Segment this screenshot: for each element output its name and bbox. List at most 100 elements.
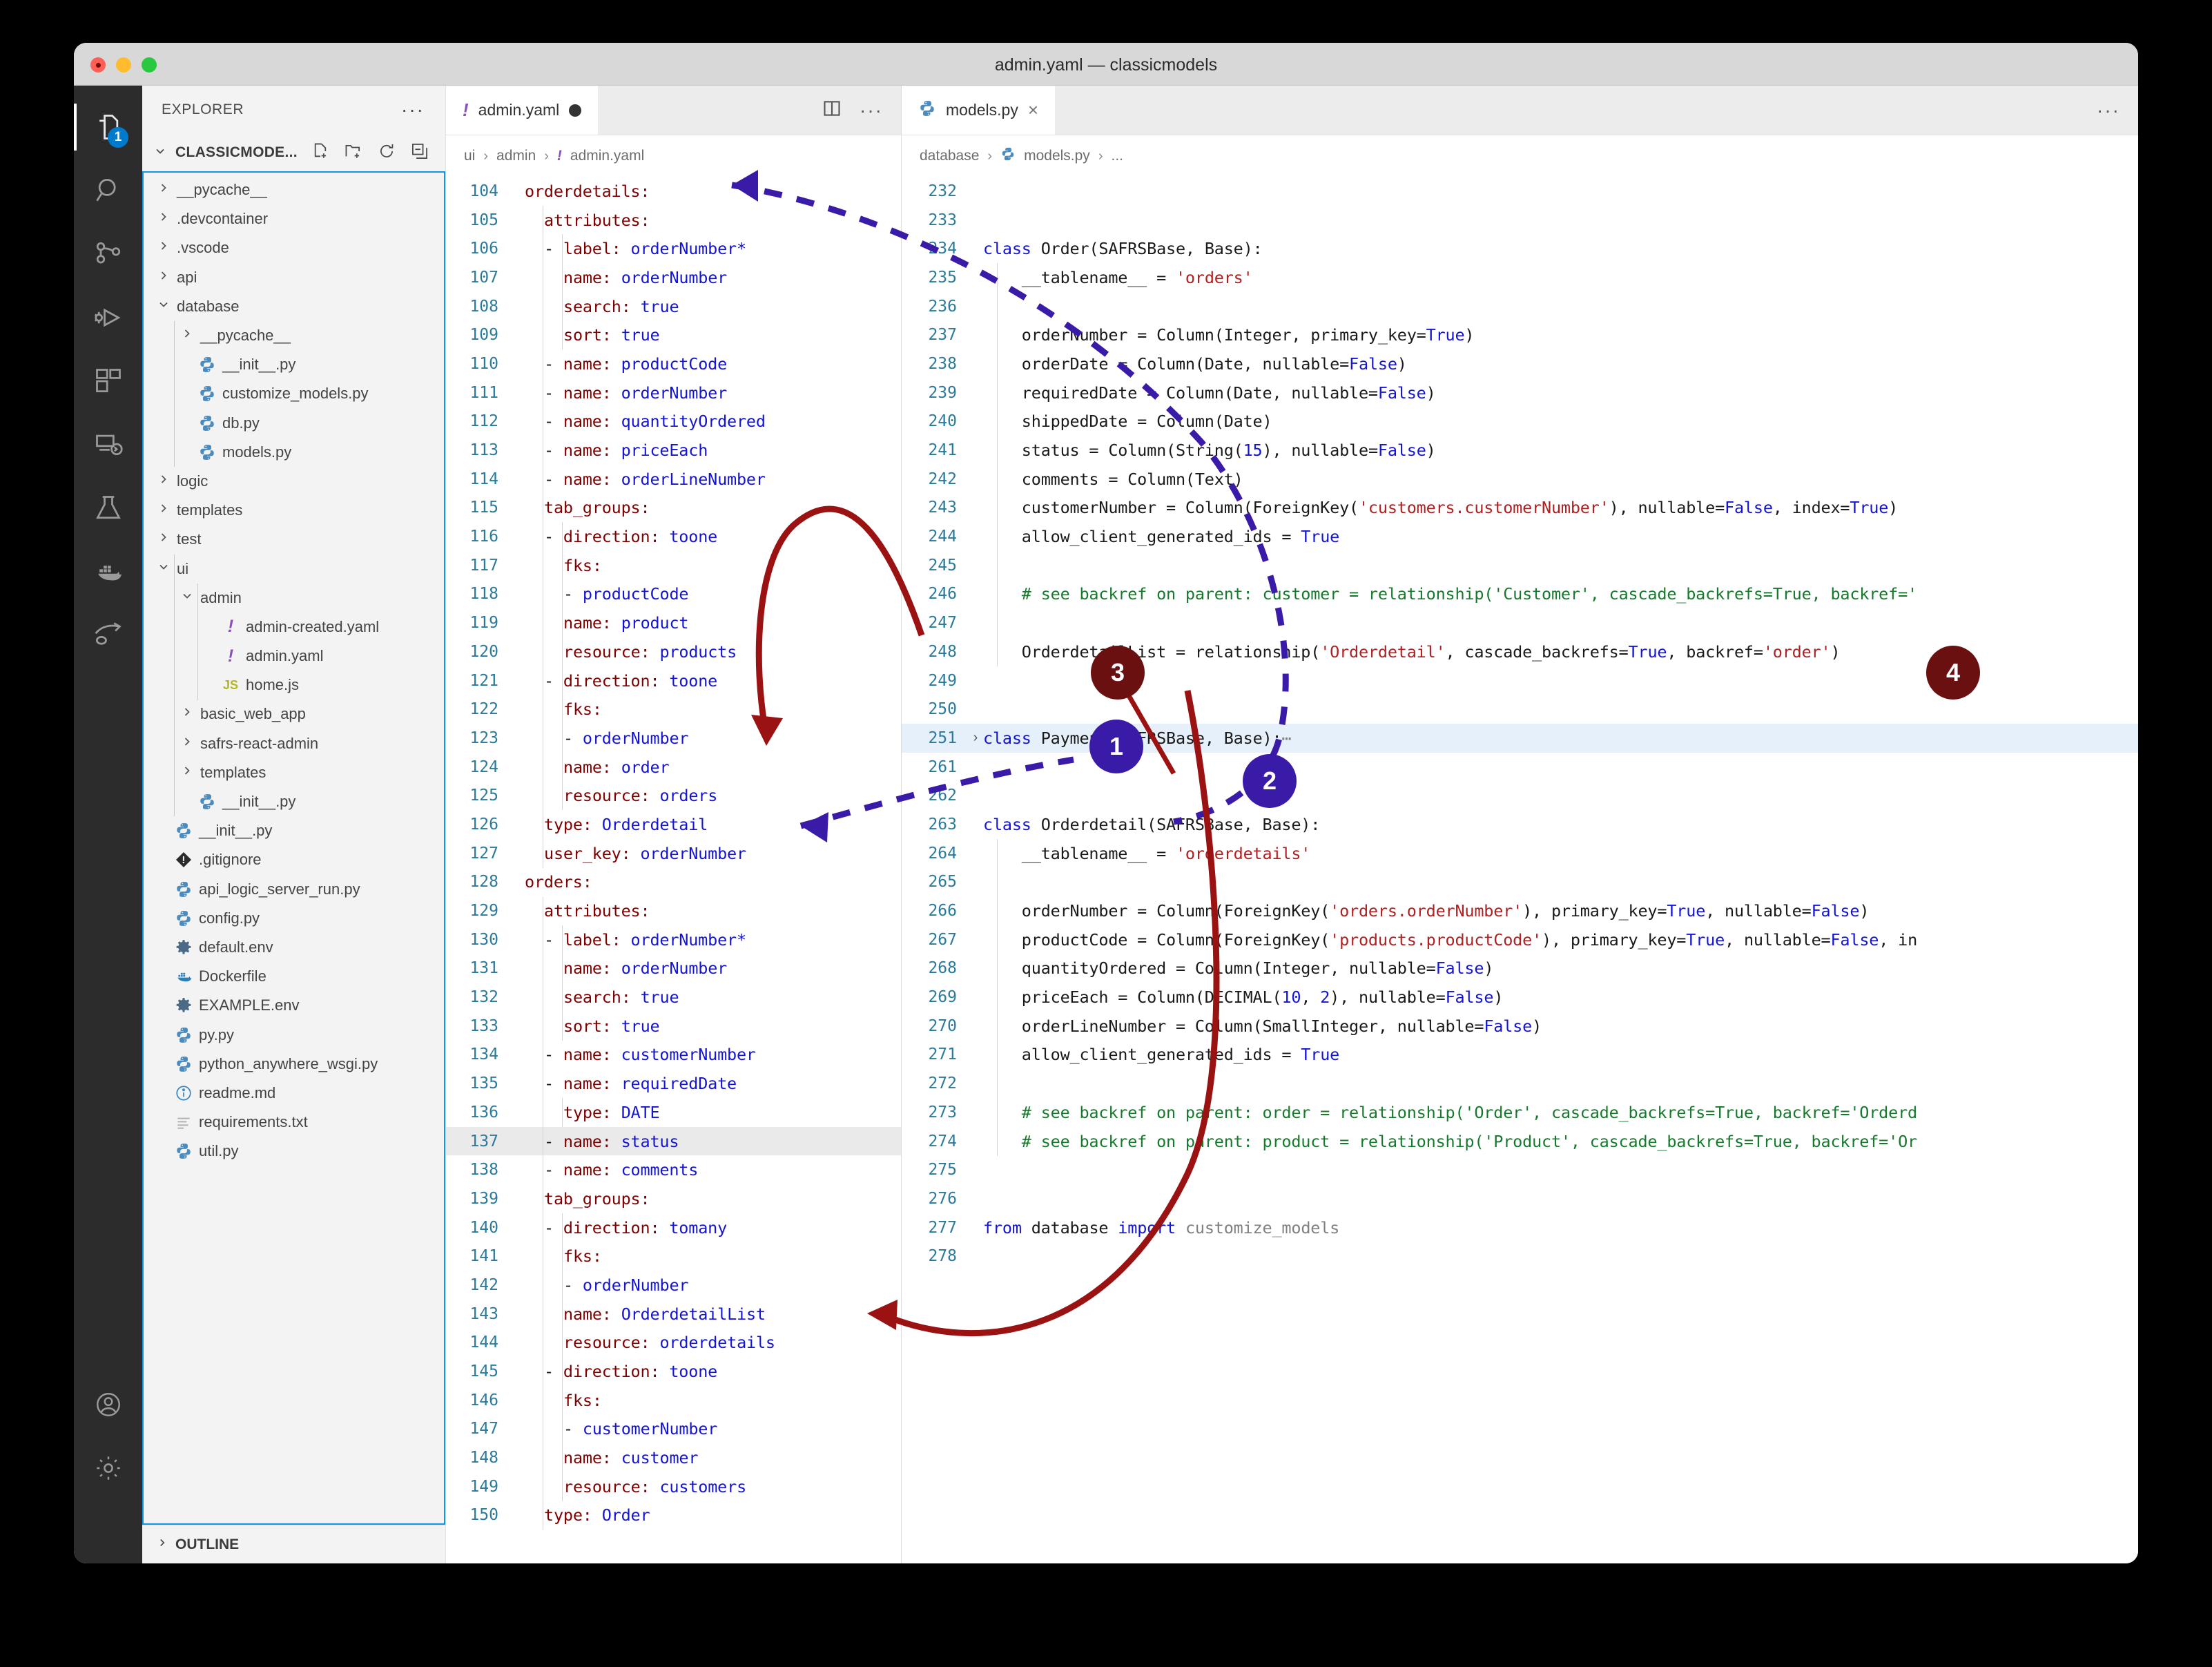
chevron-down-icon[interactable] [178,589,196,607]
chevron-right-icon[interactable] [155,181,173,199]
code-line[interactable]: 127 user_key: orderNumber [446,839,901,868]
activity-bar[interactable]: 1 [74,86,142,1563]
code-line[interactable]: 113 - name: priceEach [446,436,901,465]
code-line[interactable]: 232 [902,177,2138,206]
code-line[interactable]: 262 [902,781,2138,810]
chevron-right-icon[interactable] [178,735,196,753]
chevron-right-icon[interactable] [155,239,173,257]
tree-file-row[interactable]: default.env [144,933,444,962]
code-line[interactable]: 148 name: customer [446,1443,901,1472]
tree-file-row[interactable]: __init__.py [144,350,444,379]
collapse-all-icon[interactable] [411,142,429,164]
code-line[interactable]: 135 - name: requiredDate [446,1069,901,1098]
tree-file-row[interactable]: readme.md [144,1079,444,1108]
workspace-folder-header[interactable]: CLASSICMODE... [142,134,445,171]
unsaved-indicator[interactable] [569,104,582,117]
tree-file-row[interactable]: api_logic_server_run.py [144,875,444,904]
tab-bar-actions-right[interactable]: ··· [2097,86,2138,135]
code-line[interactable]: 270 orderLineNumber = Column(SmallIntege… [902,1012,2138,1041]
live-share-icon[interactable] [74,604,142,667]
extensions-icon[interactable] [74,349,142,413]
code-line[interactable]: 273 # see backref on parent: order = rel… [902,1098,2138,1127]
run-and-debug-icon[interactable] [74,286,142,349]
code-line[interactable]: 132 search: true [446,983,901,1012]
code-line[interactable]: 250 [902,695,2138,724]
code-line[interactable]: 261 [902,753,2138,782]
tree-folder-row[interactable]: basic_web_app [144,700,444,729]
chevron-right-icon[interactable] [155,269,173,287]
new-file-icon[interactable] [311,142,329,164]
code-line[interactable]: 123 - orderNumber [446,724,901,753]
tree-file-row[interactable]: ! admin-created.yaml [144,613,444,642]
tree-file-row[interactable]: __init__.py [144,816,444,845]
code-line[interactable]: 138 - name: comments [446,1155,901,1184]
tab-models-py[interactable]: models.py × [902,86,1056,135]
code-line[interactable]: 236 [902,292,2138,321]
tree-folder-row[interactable]: __pycache__ [144,321,444,350]
code-line[interactable]: 263 class Orderdetail(SAFRSBase, Base): [902,810,2138,839]
code-line[interactable]: 240 shippedDate = Column(Date) [902,407,2138,436]
tree-file-row[interactable]: requirements.txt [144,1108,444,1137]
tree-folder-row[interactable]: .vscode [144,233,444,262]
code-line[interactable]: 142 - orderNumber [446,1271,901,1300]
chevron-right-icon[interactable] [178,327,196,345]
code-line[interactable]: 239 requiredDate = Column(Date, nullable… [902,378,2138,407]
code-line[interactable]: 275 [902,1155,2138,1184]
tree-folder-row[interactable]: templates [144,496,444,525]
tree-file-row[interactable]: util.py [144,1137,444,1166]
code-line[interactable]: 107 name: orderNumber [446,263,901,292]
code-line[interactable]: 112 - name: quantityOrdered [446,407,901,436]
code-line[interactable]: 233 [902,206,2138,235]
docker-whale-icon[interactable] [74,540,142,604]
code-line[interactable]: 117 fks: [446,551,901,580]
breadcrumb-item[interactable]: database [920,148,979,164]
refresh-icon[interactable] [378,142,396,164]
code-line[interactable]: 129 attributes: [446,896,901,925]
code-line[interactable]: 110 - name: productCode [446,349,901,378]
code-line[interactable]: 111 - name: orderNumber [446,378,901,407]
code-line[interactable]: 130 - label: orderNumber* [446,925,901,954]
chevron-right-icon[interactable] [155,210,173,228]
code-line[interactable]: 235 __tablename__ = 'orders' [902,263,2138,292]
tree-file-row[interactable]: models.py [144,438,444,467]
code-line[interactable]: 125 resource: orders [446,781,901,810]
chevron-right-icon[interactable]: › [968,730,983,746]
chevron-right-icon[interactable] [155,501,173,519]
code-line[interactable]: 124 name: order [446,753,901,782]
code-line[interactable]: 120 resource: products [446,637,901,666]
chevron-down-icon[interactable] [155,298,173,316]
tree-folder-row[interactable]: database [144,292,444,321]
tree-file-row[interactable]: EXAMPLE.env [144,991,444,1020]
account-icon[interactable] [74,1373,142,1436]
code-line[interactable]: 136 type: DATE [446,1098,901,1127]
code-line[interactable]: 109 sort: true [446,320,901,349]
tab-admin-yaml[interactable]: ! admin.yaml [446,86,599,135]
code-line[interactable]: 115 tab_groups: [446,494,901,523]
code-line[interactable]: 126 type: Orderdetail [446,810,901,839]
code-line[interactable]: 238 orderDate = Column(Date, nullable=Fa… [902,349,2138,378]
code-line[interactable]: 105 attributes: [446,206,901,235]
code-line[interactable]: 145 - direction: toone [446,1357,901,1386]
tree-file-row[interactable]: Dockerfile [144,962,444,991]
file-tree[interactable]: __pycache__ .devcontainer .vscode api databa… [142,171,445,1525]
code-line[interactable]: 278 [902,1242,2138,1271]
search-icon[interactable] [74,159,142,222]
close-icon[interactable]: × [1028,99,1038,121]
code-line[interactable]: 249 [902,666,2138,695]
code-line[interactable]: 268 quantityOrdered = Column(Integer, nu… [902,954,2138,983]
code-line[interactable]: 134 - name: customerNumber [446,1041,901,1070]
activity-bar-bottom[interactable] [74,1373,142,1500]
code-line[interactable]: 118 - productCode [446,580,901,609]
code-line[interactable]: 266 orderNumber = Column(ForeignKey('ord… [902,896,2138,925]
tree-folder-row[interactable]: admin [144,584,444,613]
tree-file-row[interactable]: ! admin.yaml [144,642,444,671]
code-line[interactable]: 251 › class Payment(SAFRSBase, Base):⋯ [902,724,2138,753]
split-editor-icon[interactable] [822,99,842,122]
code-line[interactable]: 116 - direction: toone [446,522,901,551]
code-line[interactable]: 128 orders: [446,868,901,897]
code-line[interactable]: 241 status = Column(String(15), nullable… [902,436,2138,465]
code-line[interactable]: 247 [902,608,2138,637]
code-line[interactable]: 104 orderdetails: [446,177,901,206]
more-actions-icon[interactable]: ··· [860,100,883,119]
new-folder-icon[interactable] [345,142,362,164]
